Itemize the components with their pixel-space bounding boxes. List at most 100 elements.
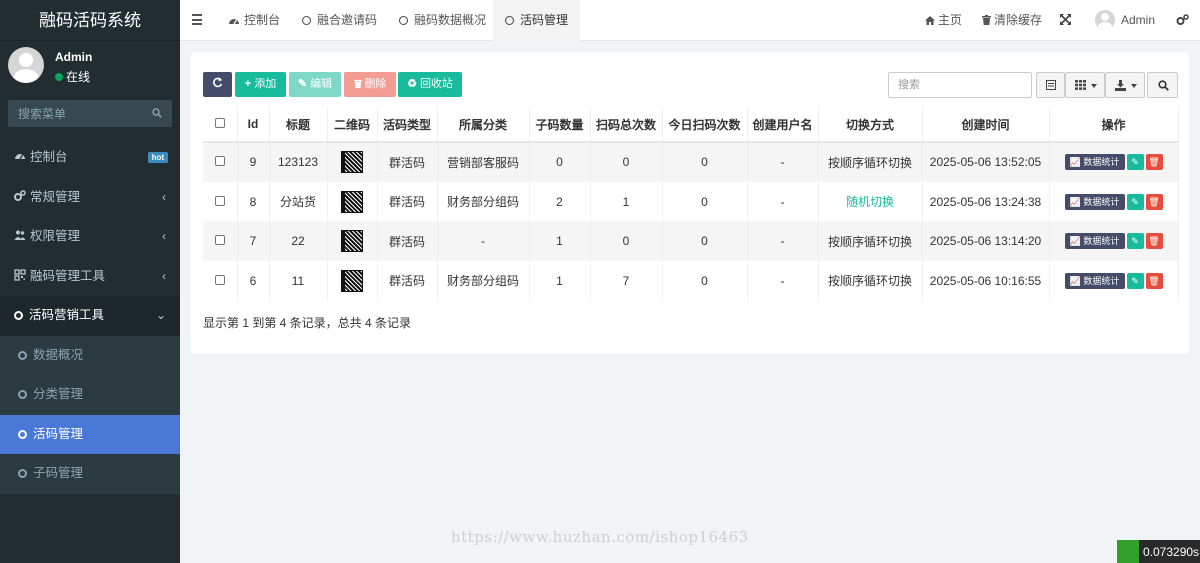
top-navbar: 控制台 融合邀请码 融码数据概况 活码管理 主页 清除缓存 Admin [180, 0, 1200, 41]
row-delete-button[interactable]: 🗑 [1145, 154, 1163, 171]
qrcode-thumbnail[interactable] [341, 230, 363, 253]
stats-button[interactable]: 📈 数据统计 [1064, 233, 1125, 250]
sidebar-menu: 控制台 hot 常规管理 ‹ 权限管理 ‹ 融码管理工具 ‹ 活码营销工具 ⌄ … [0, 138, 180, 494]
stats-button[interactable]: 📈 数据统计 [1064, 193, 1125, 210]
tab-fusion-overview[interactable]: 融码数据概况 [387, 0, 498, 41]
user-menu[interactable]: Admin [1095, 0, 1155, 41]
row-delete-button[interactable]: 🗑 [1145, 233, 1163, 250]
tab-dashboard[interactable]: 控制台 [216, 0, 292, 41]
sidebar-item-fusion-tools[interactable]: 融码管理工具 ‹ [0, 257, 180, 297]
refresh-button[interactable] [203, 72, 232, 97]
qrcode-thumbnail[interactable] [341, 151, 363, 174]
cell-switch-mode: 按顺序循环切换 [818, 261, 923, 301]
recycle-bin-button[interactable]: ♻ 回收站 [398, 72, 462, 97]
stats-label: 数据统计 [1083, 196, 1120, 207]
row-checkbox[interactable] [214, 235, 225, 246]
column-header: 操作 [1049, 107, 1179, 143]
column-header[interactable]: 切换方式 [818, 107, 923, 143]
select-all-checkbox[interactable] [214, 118, 225, 128]
cell-qrcode[interactable] [327, 221, 378, 262]
sidebar-item-live-code[interactable]: 活码管理 [0, 414, 180, 454]
table-row[interactable]: 6 11 群活码 财务部分组码 1 7 0 - 按顺序循环切换 2025-05-… [203, 261, 1179, 301]
row-edit-button[interactable]: ✎ [1126, 272, 1144, 289]
circle-icon [505, 16, 514, 25]
avatar [8, 47, 44, 83]
tab-fusion-invite[interactable]: 融合邀请码 [290, 0, 389, 41]
toggle-view-button[interactable] [1036, 72, 1065, 98]
row-select-cell[interactable] [203, 221, 238, 262]
column-header[interactable]: 二维码 [327, 107, 378, 143]
column-header[interactable]: 活码类型 [377, 107, 438, 143]
table-search-input[interactable] [888, 72, 1032, 98]
table-row[interactable]: 9 123123 群活码 营销部客服码 0 0 0 - 按顺序循环切换 2025… [203, 142, 1179, 182]
edit-button[interactable]: ✎ 编辑 [289, 72, 341, 97]
tab-label: 融合邀请码 [317, 13, 378, 27]
delete-button[interactable]: 删除 [344, 72, 396, 97]
home-label: 主页 [938, 13, 963, 27]
row-select-cell[interactable] [203, 261, 238, 301]
sidebar-item-label: 常规管理 [30, 189, 81, 204]
sidebar-item-marketing-tools[interactable]: 活码营销工具 ⌄ [0, 296, 180, 336]
row-delete-button[interactable]: 🗑 [1145, 193, 1163, 210]
clear-cache-label: 清除缓存 [994, 13, 1043, 27]
row-select-cell[interactable] [203, 181, 238, 222]
clear-cache-button[interactable]: 清除缓存 [982, 0, 1042, 41]
app-title: 融码活码系统 [0, 0, 180, 41]
advanced-search-button[interactable] [1147, 72, 1178, 98]
table-row[interactable]: 8 分站货 群活码 财务部分组码 2 1 0 - 随机切换 2025-05-06… [203, 181, 1179, 222]
column-header[interactable]: 创建用户名 [747, 107, 819, 143]
tab-live-code[interactable]: 活码管理 [493, 0, 581, 41]
refresh-icon [213, 77, 223, 88]
row-delete-button[interactable]: 🗑 [1145, 272, 1163, 289]
settings-button[interactable] [1176, 0, 1189, 41]
menu-toggle-icon[interactable] [192, 14, 202, 28]
trash-icon [353, 79, 362, 88]
column-header[interactable]: 标题 [269, 107, 328, 143]
add-button[interactable]: + 添加 [235, 72, 286, 97]
row-edit-button[interactable]: ✎ [1126, 193, 1144, 210]
sidebar-item-data-overview[interactable]: 数据概况 [0, 336, 180, 376]
circle-icon [18, 429, 27, 439]
sidebar-item-general[interactable]: 常规管理 ‹ [0, 178, 180, 218]
column-header[interactable]: 子码数量 [529, 107, 591, 143]
circle-icon [18, 350, 27, 360]
cell-creator: - [747, 142, 819, 182]
row-checkbox[interactable] [214, 156, 225, 167]
row-edit-button[interactable]: ✎ [1126, 233, 1144, 250]
cell-qrcode[interactable] [327, 142, 378, 182]
column-header[interactable]: 今日扫码次数 [662, 107, 748, 143]
table-row[interactable]: 7 22 群活码 - 1 0 0 - 按顺序循环切换 2025-05-06 13… [203, 221, 1179, 262]
sidebar-item-sub-code[interactable]: 子码管理 [0, 454, 180, 494]
cell-qrcode[interactable] [327, 181, 378, 222]
menu-search-input[interactable] [8, 100, 138, 127]
stats-button[interactable]: 📈 数据统计 [1064, 154, 1125, 171]
qrcode-thumbnail[interactable] [341, 269, 363, 292]
column-header[interactable]: 创建时间 [922, 107, 1050, 143]
sidebar-item-category[interactable]: 分类管理 [0, 375, 180, 415]
column-header[interactable]: Id [237, 107, 270, 143]
row-checkbox[interactable] [214, 195, 225, 206]
qrcode-thumbnail[interactable] [341, 190, 363, 213]
column-header[interactable]: 扫码总次数 [590, 107, 663, 143]
row-edit-button[interactable]: ✎ [1126, 154, 1144, 171]
select-all-cell[interactable] [203, 107, 238, 143]
cell-total-scans: 1 [590, 181, 663, 222]
cell-actions: 📈 数据统计 ✎ 🗑 [1049, 221, 1179, 262]
columns-toggle-button[interactable] [1065, 72, 1105, 98]
sidebar-item-permissions[interactable]: 权限管理 ‹ [0, 217, 180, 257]
home-link[interactable]: 主页 [925, 0, 962, 41]
column-header[interactable]: 所属分类 [437, 107, 530, 143]
stats-button[interactable]: 📈 数据统计 [1064, 272, 1125, 289]
cell-creator: - [747, 181, 819, 222]
sidebar-item-dashboard[interactable]: 控制台 hot [0, 138, 180, 178]
export-button[interactable] [1105, 72, 1145, 98]
row-select-cell[interactable] [203, 142, 238, 182]
sidebar-item-label: 数据概况 [33, 347, 84, 362]
row-checkbox[interactable] [214, 274, 225, 285]
cell-today-scans: 0 [662, 261, 748, 301]
search-icon[interactable] [152, 108, 162, 118]
cell-created-time: 2025-05-06 13:14:20 [922, 221, 1050, 262]
users-icon [14, 230, 26, 240]
cell-qrcode[interactable] [327, 261, 378, 301]
fullscreen-button[interactable] [1060, 0, 1071, 41]
